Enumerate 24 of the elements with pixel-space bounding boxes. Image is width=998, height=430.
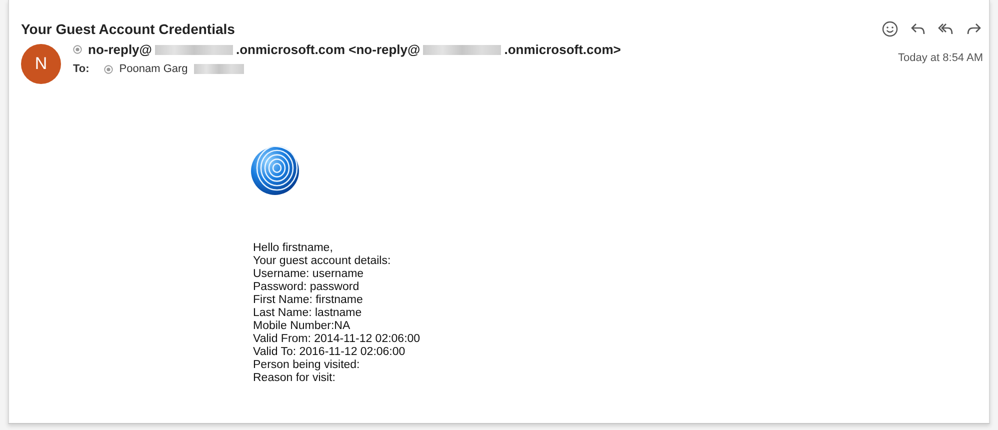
contact-icon[interactable] <box>73 45 82 54</box>
body-line: Hello firstname, <box>253 242 334 255</box>
body-line: First Name: firstname <box>253 294 364 307</box>
contact-icon[interactable] <box>104 64 114 74</box>
to-label: To: <box>73 63 90 75</box>
body-line: Person being visited: <box>253 359 361 372</box>
body-line: Valid From: 2014-11-12 02:06:00 <box>253 333 422 346</box>
email-date: Today at 8:54 AM <box>898 52 984 64</box>
address-text: .onmicrosoft.com <no-reply@ <box>236 42 420 57</box>
body-line: Last Name: lastname <box>253 307 363 320</box>
body-line: Mobile Number:NA <box>253 320 352 333</box>
smiley-icon[interactable] <box>881 20 899 38</box>
address-text: no-reply@ <box>88 42 152 57</box>
body-line: Reason for visit: <box>253 372 336 385</box>
body-line: Password: password <box>253 281 360 294</box>
body-line: Valid To: 2016-11-12 02:06:00 <box>253 346 406 359</box>
redacted-blur <box>194 64 244 74</box>
address-text: Poonam Garg <box>119 63 188 75</box>
email-subject: Your Guest Account Credentials <box>21 21 235 37</box>
body-line: Your guest account details: <box>253 255 392 268</box>
fingerprint-logo-icon <box>249 146 301 198</box>
body-line: Username: username <box>253 268 365 281</box>
address-text: .onmicrosoft.com> <box>504 42 621 57</box>
sender-avatar: N <box>21 44 61 84</box>
